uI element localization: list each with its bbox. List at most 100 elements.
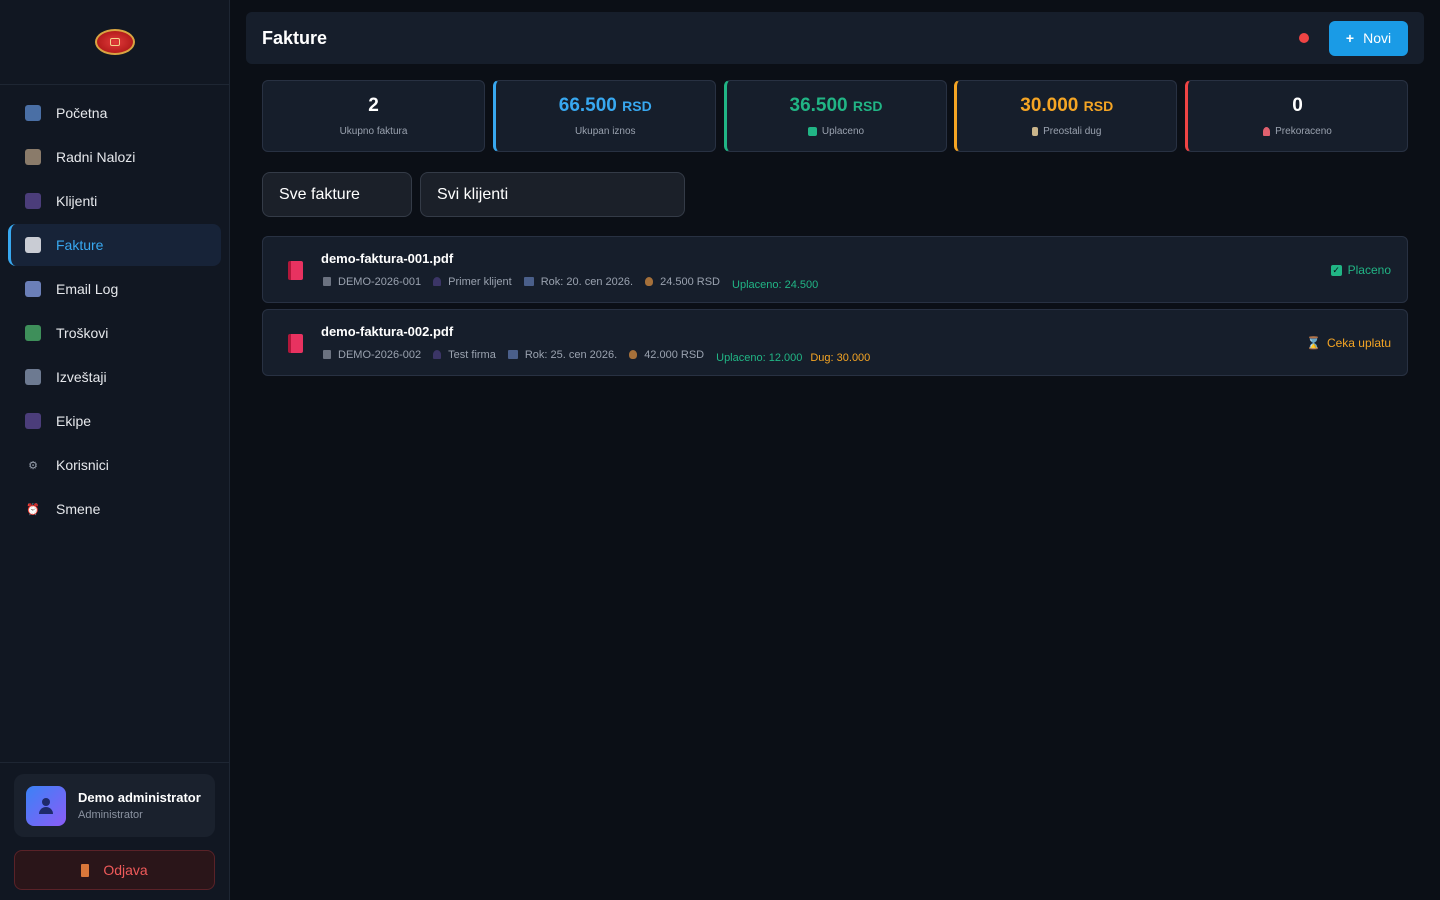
status-badge: ⌛ Ceka uplatu <box>1306 336 1391 350</box>
new-invoice-button[interactable]: + Novi <box>1329 20 1408 56</box>
invoice-file-name[interactable]: demo-faktura-001.pdf <box>321 251 453 266</box>
clock-icon: ⏰ <box>26 503 40 516</box>
sidebar-item-label: Korisnici <box>56 457 109 473</box>
sidebar-item-label: Početna <box>56 105 108 121</box>
user-card[interactable]: Demo administrator Administrator <box>14 774 215 837</box>
plus-icon: + <box>1345 30 1355 46</box>
sidebar-item-izvestaji[interactable]: Izveštaji <box>8 356 221 398</box>
hourglass-icon: ⌛ <box>1306 336 1321 350</box>
sidebar-item-smene[interactable]: ⏰ Smene <box>8 488 221 530</box>
sidebar-item-label: Ekipe <box>56 413 92 429</box>
sidebar-item-label: Smene <box>56 501 101 517</box>
hourglass-icon <box>1032 127 1039 136</box>
check-icon: ✓ <box>1330 264 1342 276</box>
sidebar-item-klijenti[interactable]: Klijenti <box>8 180 221 222</box>
invoice-row[interactable]: demo-faktura-002.pdf DEMO-2026-002 Test … <box>262 309 1408 376</box>
sidebar-item-label: Radni Nalozi <box>56 149 136 165</box>
new-button-label: Novi <box>1363 30 1392 46</box>
check-icon <box>807 127 817 136</box>
invoice-file-name[interactable]: demo-faktura-002.pdf <box>321 324 453 339</box>
user-role: Administrator <box>78 809 143 821</box>
stat-unit: RSD <box>622 98 652 114</box>
document-icon <box>25 237 41 253</box>
stat-unit: RSD <box>1083 98 1114 114</box>
status-filter-value: Sve fakture <box>279 185 360 203</box>
sidebar: Početna Radni Nalozi Klijenti Fakture Em… <box>0 0 230 900</box>
sidebar-nav: Početna Radni Nalozi Klijenti Fakture Em… <box>0 85 229 530</box>
book-icon <box>288 261 303 280</box>
calendar-icon <box>507 350 518 359</box>
page-header: Fakture + Novi <box>246 12 1424 64</box>
stat-value: 36.500 <box>789 95 848 116</box>
money-icon <box>25 325 41 341</box>
client-filter-select[interactable]: Svi klijenti <box>420 172 685 217</box>
money-bag-icon <box>645 277 654 286</box>
invoice-number: DEMO-2026-002 <box>338 348 422 361</box>
document-icon <box>323 350 331 359</box>
sidebar-item-ekipe[interactable]: Ekipe <box>8 400 221 442</box>
stat-paid: 36.500 RSD Uplaceno <box>723 80 947 152</box>
sidebar-item-pocetna[interactable]: Početna <box>8 92 221 134</box>
sidebar-item-label: Troškovi <box>56 325 109 341</box>
status-badge: ✓ Placeno <box>1330 263 1391 277</box>
users-icon <box>25 193 41 209</box>
sidebar-item-korisnici[interactable]: ⚙ Korisnici <box>8 444 221 486</box>
stat-label: Ukupno faktura <box>339 126 408 137</box>
alarm-icon <box>1263 127 1271 136</box>
user-icon <box>433 277 442 286</box>
stat-total-invoices: 2 Ukupno faktura <box>262 80 485 152</box>
chart-icon <box>25 105 41 121</box>
team-icon <box>25 413 41 429</box>
sidebar-item-email-log[interactable]: Email Log <box>8 268 221 310</box>
invoice-client: Primer klijent <box>448 275 512 288</box>
gear-icon: ⚙ <box>28 459 38 472</box>
invoice-number: DEMO-2026-001 <box>338 275 422 288</box>
user-name: Demo administrator <box>78 790 201 805</box>
stat-label: Prekoraceno <box>1275 126 1332 137</box>
stat-value: 2 <box>368 95 379 116</box>
invoice-paid: Uplaceno: 24.500 <box>732 279 819 291</box>
document-icon <box>323 277 331 286</box>
status-label: Ceka uplatu <box>1326 336 1391 350</box>
invoice-due-date: Rok: 20. cen 2026. <box>540 275 634 288</box>
invoice-due-date: Rok: 25. cen 2026. <box>524 348 618 361</box>
sidebar-item-radni-nalozi[interactable]: Radni Nalozi <box>8 136 221 178</box>
invoice-amount: 42.000 RSD <box>644 348 705 361</box>
stat-value: 0 <box>1292 95 1303 116</box>
sidebar-item-label: Klijenti <box>56 193 98 209</box>
avatar <box>26 785 66 826</box>
stats-row: 2 Ukupno faktura 66.500 RSD Ukupan iznos… <box>262 80 1408 152</box>
door-icon <box>81 863 90 877</box>
user-icon <box>38 797 54 814</box>
status-label: Placeno <box>1347 263 1391 277</box>
invoice-client: Test firma <box>448 348 496 361</box>
money-bag-icon <box>629 350 638 359</box>
sidebar-item-label: Email Log <box>56 281 119 297</box>
sidebar-item-label: Fakture <box>56 237 104 253</box>
stat-total-amount: 66.500 RSD Ukupan iznos <box>492 80 716 152</box>
sidebar-item-fakture[interactable]: Fakture <box>8 224 221 266</box>
invoice-meta: DEMO-2026-001 Primer klijent Rok: 20. ce… <box>323 272 818 291</box>
invoice-debt: Dug: 30.000 <box>810 352 871 364</box>
stat-overdue: 0 Prekoraceno <box>1185 80 1408 152</box>
status-indicator <box>1299 33 1309 43</box>
logout-button[interactable]: Odjava <box>14 850 215 890</box>
stat-remaining-debt: 30.000 RSD Preostali dug <box>954 80 1178 152</box>
invoice-amount: 24.500 RSD <box>660 275 721 288</box>
invoice-row[interactable]: demo-faktura-001.pdf DEMO-2026-001 Prime… <box>262 236 1408 303</box>
client-filter-value: Svi klijenti <box>437 185 509 203</box>
user-icon <box>433 350 442 359</box>
company-logo[interactable] <box>94 29 135 55</box>
invoice-paid: Uplaceno: 12.000 <box>716 352 803 364</box>
stat-label: Preostali dug <box>1043 126 1102 137</box>
status-filter-select[interactable]: Sve fakture <box>262 172 412 217</box>
sidebar-item-label: Izveštaji <box>56 369 107 385</box>
logout-label: Odjava <box>103 862 148 878</box>
sidebar-divider <box>0 762 229 763</box>
stat-value: 30.000 <box>1020 95 1079 116</box>
stat-label: Uplaceno <box>821 126 865 137</box>
clipboard-icon <box>25 149 41 165</box>
page-title: Fakture <box>262 27 328 48</box>
email-icon <box>25 281 41 297</box>
sidebar-item-troskovi[interactable]: Troškovi <box>8 312 221 354</box>
